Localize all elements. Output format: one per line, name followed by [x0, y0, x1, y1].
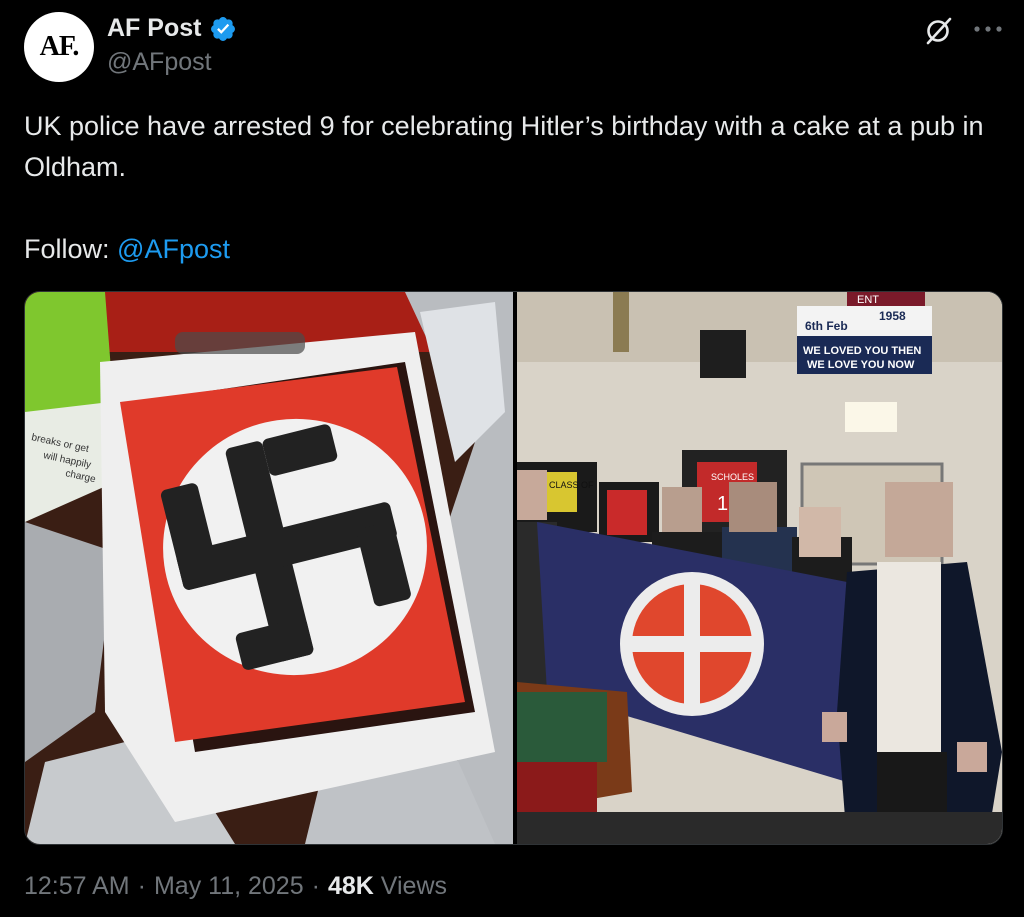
views-count: 48K [327, 872, 374, 900]
photo-cake[interactable]: breaks or get will happily charge [25, 292, 513, 844]
banner-top-text: ENT [857, 294, 879, 306]
post-meta: 12:57 AM · May 11, 2025 · 48K Views [24, 872, 447, 901]
post-date[interactable]: May 11, 2025 [154, 872, 304, 901]
author-handle[interactable]: @AFpost [107, 48, 212, 77]
cake-photo-illustration: breaks or get will happily charge [25, 292, 513, 844]
banner-date-text: 6th Feb [805, 319, 848, 333]
follow-line: Follow: @AFpost [24, 229, 230, 270]
follow-prefix: Follow: [24, 234, 118, 264]
banner-year-text: 1958 [879, 309, 906, 323]
more-dots-icon [974, 26, 1002, 32]
meta-separator-1: · [137, 872, 146, 900]
more-options-button[interactable] [968, 14, 1008, 44]
meta-separator-2: · [311, 872, 320, 900]
banner-line3-text: WE LOVED YOU THEN [803, 345, 921, 357]
post-time[interactable]: 12:57 AM [24, 872, 130, 901]
author-avatar[interactable]: AF. [24, 12, 94, 82]
grok-icon [926, 17, 952, 45]
views-label: Views [380, 872, 448, 900]
frame-small-text: CLASS OF [549, 480, 594, 490]
pub-photo-illustration: ENT 6th Feb 1958 WE LOVED YOU THEN WE LO… [517, 292, 1002, 844]
views[interactable]: 48K Views [328, 872, 447, 901]
author-name[interactable]: AF Post [107, 14, 201, 43]
banner-line4-text: WE LOVE YOU NOW [807, 359, 915, 371]
avatar-logo-text: AF. [39, 31, 80, 62]
shirt-name-text: SCHOLES [711, 472, 754, 482]
follow-mention-link[interactable]: @AFpost [117, 234, 230, 264]
author-name-row: AF Post [107, 14, 237, 43]
photo-pub-group[interactable]: ENT 6th Feb 1958 WE LOVED YOU THEN WE LO… [517, 292, 1002, 844]
media-grid: breaks or get will happily charge ENT 6t… [24, 291, 1003, 845]
verified-badge-icon [211, 16, 236, 41]
grok-button[interactable] [921, 14, 955, 48]
post-text: UK police have arrested 9 for celebratin… [24, 111, 984, 182]
